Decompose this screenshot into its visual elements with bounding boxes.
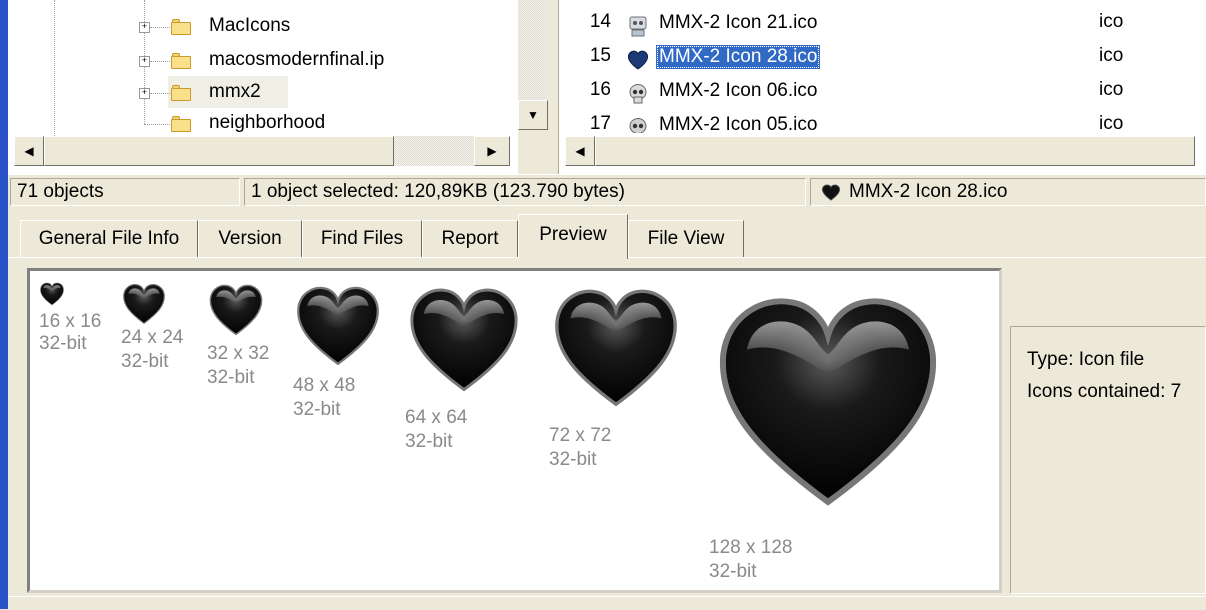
status-bar: 71 objects 1 object selected: 120,89KB (… [8, 174, 1206, 209]
tree-item-label: macosmodernfinal.ip [209, 49, 385, 70]
list-item[interactable]: 15 MMX-2 Icon 28.ico ico [559, 45, 1206, 75]
icon-size-label: 72 x 72 [549, 425, 612, 446]
heart-icon [39, 281, 65, 307]
skull-icon [629, 84, 647, 104]
icon-depth-label: 32-bit [293, 399, 341, 420]
tree-guide-line [150, 27, 170, 28]
tab-find-files[interactable]: Find Files [302, 220, 422, 258]
icon-depth-label: 32-bit [709, 561, 757, 582]
icon-depth-label: 32-bit [405, 431, 453, 452]
tree-guide-line [54, 0, 55, 140]
list-item[interactable]: 17 MMX-2 Icon 05.ico ico [559, 113, 1206, 133]
status-object-count: 71 objects [10, 178, 240, 206]
tab-bar: General File Info Version Find Files Rep… [8, 214, 1206, 259]
file-name: MMX-2 Icon 28.ico [656, 45, 821, 69]
icon-size-label: 48 x 48 [293, 375, 356, 396]
icon-size-label: 32 x 32 [207, 343, 270, 364]
heart-icon [121, 281, 167, 327]
heart-icon [627, 50, 649, 70]
heart-icon [821, 184, 841, 201]
icon-size-label: 64 x 64 [405, 407, 468, 428]
list-item[interactable]: 16 MMX-2 Icon 06.ico ico [559, 79, 1206, 109]
file-list-pane[interactable]: 14 MMX-2 Icon 21.ico ico 15 MMX-2 Icon 2… [558, 0, 1206, 174]
icon-size-label: 128 x 128 [709, 537, 793, 558]
file-name: MMX-2 Icon 05.ico [659, 114, 818, 133]
heart-icon [709, 283, 947, 521]
scroll-thumb[interactable] [44, 136, 394, 166]
file-info-panel: Type: Icon file Icons contained: 7 [1010, 326, 1206, 594]
scroll-left-button[interactable]: ◀ [565, 136, 595, 166]
tree-item-label: MacIcons [209, 15, 291, 36]
icon-depth-label: 32-bit [39, 333, 87, 354]
tree-guide-line [150, 61, 170, 62]
arrow-left-icon: ◀ [575, 144, 585, 158]
folder-icon [171, 116, 191, 132]
file-type: ico [1099, 11, 1124, 32]
tab-version[interactable]: Version [198, 220, 302, 258]
icon-size-label: 24 x 24 [121, 327, 184, 348]
row-number: 17 [589, 113, 611, 133]
status-selection: 1 object selected: 120,89KB (123.790 byt… [244, 178, 806, 206]
status-selected-file: MMX-2 Icon 28.ico [810, 178, 1206, 206]
scroll-thumb[interactable] [595, 136, 1195, 166]
icon-depth-label: 32-bit [549, 449, 597, 470]
scroll-left-button[interactable]: ◀ [14, 136, 44, 166]
file-type: ico [1099, 79, 1124, 100]
tab-preview[interactable]: Preview [518, 214, 628, 259]
heart-icon [293, 281, 383, 371]
tab-general-file-info[interactable]: General File Info [20, 220, 198, 258]
window-left-border [0, 0, 8, 609]
tree-guide-line [150, 93, 170, 94]
heart-icon [405, 281, 523, 399]
robot-icon [629, 16, 647, 37]
tree-guide-line [144, 124, 170, 125]
tree-item-label: mmx2 [209, 81, 261, 102]
file-type-info: Type: Icon file [1027, 349, 1145, 370]
file-type: ico [1099, 113, 1124, 133]
scroll-down-button[interactable]: ▼ [518, 100, 548, 130]
window-bottom-edge [8, 596, 1206, 610]
file-name: MMX-2 Icon 06.ico [659, 80, 818, 101]
status-file-name: MMX-2 Icon 28.ico [849, 181, 1008, 202]
heart-icon [207, 281, 265, 339]
tree-vertical-scrollbar[interactable]: ▼ [518, 0, 548, 174]
arrow-right-icon: ▶ [487, 144, 497, 158]
file-name: MMX-2 Icon 21.ico [659, 12, 818, 33]
scroll-track[interactable] [518, 0, 548, 100]
row-number: 15 [589, 45, 611, 66]
icon-depth-label: 32-bit [121, 351, 169, 372]
icon-count-info: Icons contained: 7 [1027, 381, 1182, 402]
file-type: ico [1099, 45, 1124, 66]
arrow-down-icon: ▼ [527, 108, 539, 122]
expand-icon[interactable]: + [139, 56, 150, 67]
icon-preview-panel: 16 x 16 32-bit 24 x 24 32-bit 32 x 32 32… [27, 268, 1002, 593]
folder-icon [171, 85, 191, 101]
folder-icon [171, 19, 191, 35]
list-item[interactable]: 14 MMX-2 Icon 21.ico ico [559, 11, 1206, 41]
tab-report[interactable]: Report [422, 220, 518, 258]
expand-icon[interactable]: + [139, 88, 150, 99]
pane-splitter[interactable] [548, 0, 558, 174]
row-number: 16 [589, 79, 611, 100]
scroll-track[interactable] [394, 136, 474, 166]
folder-icon [171, 53, 191, 69]
folder-tree-pane[interactable]: + MacIcons + macosmodernfinal.ip + mmx2 … [8, 0, 549, 174]
tab-file-view[interactable]: File View [628, 220, 744, 258]
icon-depth-label: 32-bit [207, 367, 255, 388]
expand-icon[interactable]: + [139, 22, 150, 33]
row-number: 14 [589, 11, 611, 32]
heart-icon [549, 281, 683, 415]
tree-item-label: neighborhood [209, 112, 326, 133]
scroll-right-button[interactable]: ▶ [474, 136, 510, 166]
arrow-left-icon: ◀ [24, 144, 34, 158]
icon-size-label: 16 x 16 [39, 311, 102, 332]
skull-icon [629, 118, 647, 133]
